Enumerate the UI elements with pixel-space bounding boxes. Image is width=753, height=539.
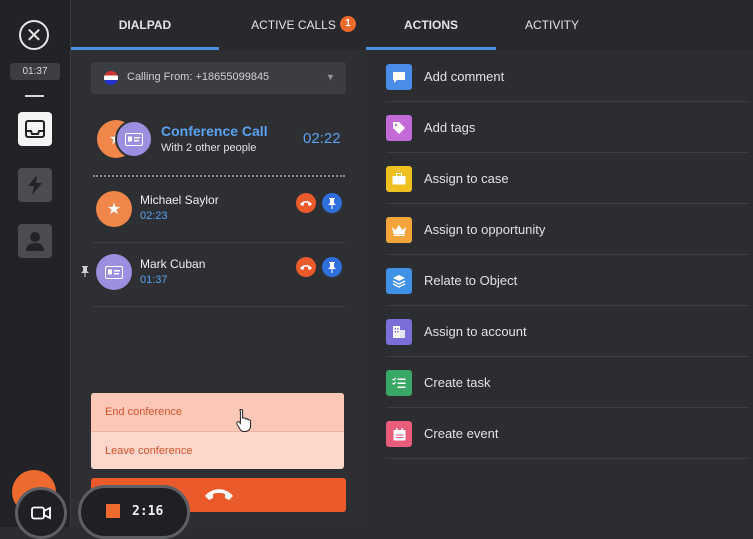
action-create-event[interactable]: Create event: [386, 409, 750, 459]
action-assign-to-case[interactable]: Assign to case: [386, 154, 750, 204]
checklist-icon: [386, 370, 412, 396]
action-label: Assign to opportunity: [424, 222, 546, 237]
tab-actions[interactable]: ACTIONS: [366, 0, 496, 50]
row-divider: [93, 242, 345, 243]
rail-divider: [25, 95, 44, 97]
call-timer: 01:37: [10, 63, 60, 80]
participant-name: Michael Saylor: [140, 193, 219, 207]
active-tab-indicator: [71, 47, 219, 50]
action-label: Create event: [424, 426, 499, 441]
conference-subtitle: With 2 other people: [161, 142, 257, 154]
video-camera-button[interactable]: [15, 487, 67, 539]
star-avatar-icon: ★: [96, 191, 132, 227]
conference-menu: End conference Leave conference: [91, 393, 344, 469]
lightning-icon[interactable]: [18, 168, 52, 202]
hand-cursor-icon: [236, 408, 254, 437]
close-icon[interactable]: ✕: [19, 20, 49, 50]
action-create-task[interactable]: Create task: [386, 358, 750, 408]
conference-title: Conference Call: [161, 123, 268, 139]
action-label: Assign to account: [424, 324, 527, 339]
action-add-tags[interactable]: Add tags: [386, 103, 750, 153]
tab-activity[interactable]: ACTIVITY: [496, 0, 608, 50]
action-add-comment[interactable]: Add comment: [386, 52, 750, 102]
conference-duration: 02:22: [303, 130, 341, 147]
dotted-divider: [93, 175, 345, 177]
calendar-icon: [386, 421, 412, 447]
hold-icon[interactable]: [322, 257, 342, 277]
action-label: Add comment: [424, 69, 505, 84]
calling-from-label: Calling From: +18655099845: [127, 71, 270, 83]
participant-row[interactable]: Mark Cuban 01:37: [80, 250, 345, 302]
action-label: Add tags: [424, 120, 476, 135]
hangup-icon[interactable]: [296, 257, 316, 277]
contact-icon[interactable]: [18, 224, 52, 258]
participant-row[interactable]: ★ Michael Saylor 02:23: [93, 185, 345, 237]
crown-icon: [386, 217, 412, 243]
row-divider: [93, 306, 345, 307]
action-label: Create task: [424, 375, 491, 390]
video-camera-icon: [31, 506, 51, 520]
recording-time: 2:16: [132, 504, 164, 519]
layers-icon: [386, 268, 412, 294]
hangup-icon[interactable]: [296, 193, 316, 213]
active-calls-badge: 1: [340, 16, 356, 32]
id-card-avatar-icon: [115, 120, 153, 158]
action-label: Assign to case: [424, 171, 509, 186]
briefcase-icon: [386, 166, 412, 192]
inbox-icon[interactable]: [18, 112, 52, 146]
active-tab-indicator: [366, 47, 496, 50]
participant-time: 01:37: [140, 274, 168, 286]
action-assign-to-account[interactable]: Assign to account: [386, 307, 750, 357]
us-flag-icon: [104, 71, 118, 85]
action-relate-to-object[interactable]: Relate to Object: [386, 256, 750, 306]
building-icon: [386, 319, 412, 345]
tag-icon: [386, 115, 412, 141]
conference-avatars: ★: [97, 120, 157, 160]
action-label: Relate to Object: [424, 273, 518, 288]
leave-conference-item[interactable]: Leave conference: [91, 432, 344, 469]
id-card-avatar-icon: [96, 254, 132, 290]
chevron-down-icon: ▼: [326, 72, 335, 82]
hold-icon[interactable]: [322, 193, 342, 213]
participant-name: Mark Cuban: [140, 257, 206, 271]
comment-icon: [386, 64, 412, 90]
tab-dialpad[interactable]: DIALPAD: [71, 0, 219, 50]
participant-time: 02:23: [140, 210, 168, 222]
action-assign-to-opportunity[interactable]: Assign to opportunity: [386, 205, 750, 255]
stop-recording-icon[interactable]: [106, 504, 120, 518]
tab-active-calls[interactable]: ACTIVE CALLS: [236, 0, 351, 50]
end-conference-item[interactable]: End conference: [91, 393, 344, 432]
pin-icon: [81, 264, 89, 282]
